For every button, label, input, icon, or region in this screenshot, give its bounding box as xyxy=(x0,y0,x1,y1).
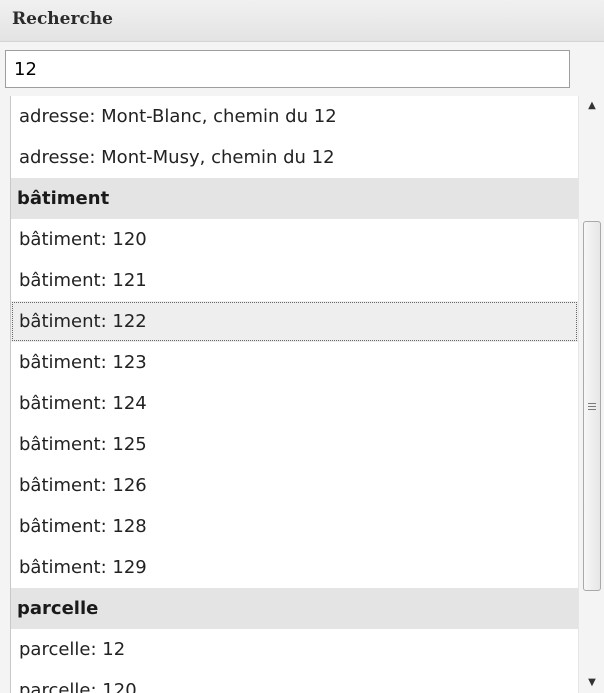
result-item-batiment-123[interactable]: bâtiment: 123 xyxy=(11,342,578,383)
grip-line-icon xyxy=(588,409,596,410)
grip-line-icon xyxy=(588,406,596,407)
result-item-batiment-121[interactable]: bâtiment: 121 xyxy=(11,260,578,301)
grip-line-icon xyxy=(588,403,596,404)
group-header-parcelle: parcelle xyxy=(11,588,578,629)
scroll-down-arrow-icon[interactable]: ▼ xyxy=(579,673,604,693)
result-item-batiment-124[interactable]: bâtiment: 124 xyxy=(11,383,578,424)
panel-title: Recherche xyxy=(12,9,113,29)
group-header-batiment: bâtiment xyxy=(11,178,578,219)
result-item-parcelle-12[interactable]: parcelle: 12 xyxy=(11,629,578,670)
result-item-adresse-mont-blanc[interactable]: adresse: Mont-Blanc, chemin du 12 xyxy=(11,96,578,137)
scroll-up-arrow-icon[interactable]: ▲ xyxy=(579,96,604,116)
panel-header: Recherche xyxy=(0,0,604,42)
search-input[interactable] xyxy=(5,50,570,88)
result-item-batiment-129[interactable]: bâtiment: 129 xyxy=(11,547,578,588)
search-panel: Recherche adresse: Mont-Blanc, chemin du… xyxy=(0,0,604,693)
result-item-parcelle-120[interactable]: parcelle: 120 xyxy=(11,670,578,693)
result-item-batiment-125[interactable]: bâtiment: 125 xyxy=(11,424,578,465)
result-item-batiment-126[interactable]: bâtiment: 126 xyxy=(11,465,578,506)
result-item-batiment-122-selected[interactable]: bâtiment: 122 xyxy=(11,301,578,342)
search-results-dropdown: adresse: Mont-Blanc, chemin du 12 adress… xyxy=(10,96,604,693)
result-item-adresse-mont-musy[interactable]: adresse: Mont-Musy, chemin du 12 xyxy=(11,137,578,178)
results-scrollbar[interactable]: ▲ ▼ xyxy=(578,96,604,693)
results-list: adresse: Mont-Blanc, chemin du 12 adress… xyxy=(11,96,578,693)
result-item-batiment-128[interactable]: bâtiment: 128 xyxy=(11,506,578,547)
scrollbar-thumb[interactable] xyxy=(583,221,601,591)
result-item-batiment-120[interactable]: bâtiment: 120 xyxy=(11,219,578,260)
